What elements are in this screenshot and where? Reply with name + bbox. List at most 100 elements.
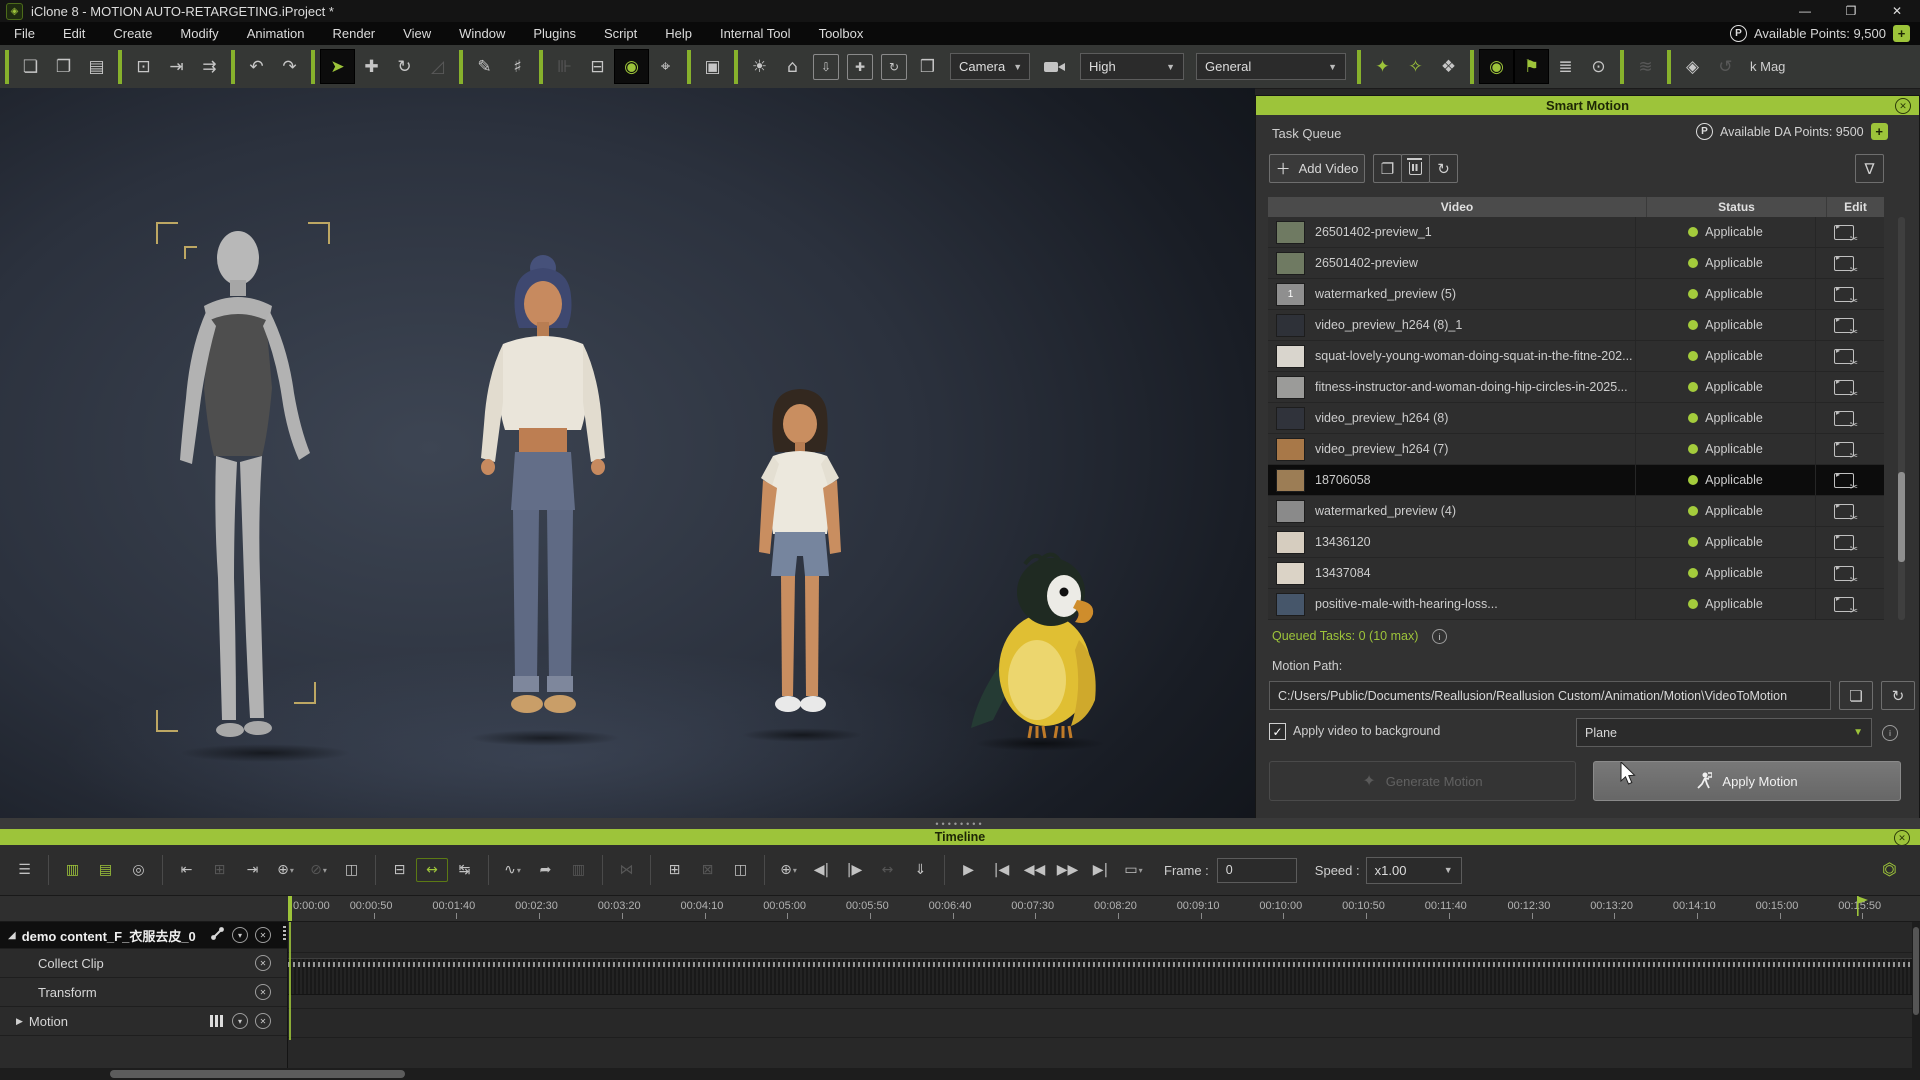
- task-row[interactable]: video_preview_h264 (8)_1Applicable: [1268, 310, 1884, 341]
- timeline-close-icon[interactable]: ✕: [1894, 830, 1910, 846]
- edit-video-icon[interactable]: [1834, 566, 1854, 581]
- task-row[interactable]: 18706058Applicable: [1268, 465, 1884, 496]
- task-row[interactable]: fitness-instructor-and-woman-doing-hip-c…: [1268, 372, 1884, 403]
- background-info-icon[interactable]: i: [1882, 725, 1898, 741]
- expand-arrow-icon[interactable]: ▶: [16, 1016, 23, 1027]
- column-status[interactable]: Status: [1647, 197, 1827, 217]
- circle-chevron-icon[interactable]: ▾: [232, 927, 248, 943]
- render-mode-select[interactable]: General▼: [1196, 53, 1346, 80]
- task-row[interactable]: 26501402-preview_1Applicable: [1268, 217, 1884, 248]
- circle-close-icon[interactable]: ✕: [255, 1013, 271, 1029]
- center-object-icon[interactable]: ✚: [847, 54, 873, 80]
- edit-video-icon[interactable]: [1834, 535, 1854, 550]
- task-row[interactable]: squat-lovely-young-woman-doing-squat-in-…: [1268, 341, 1884, 372]
- circle-close-icon[interactable]: ✕: [255, 927, 271, 943]
- motion-retarget-icon[interactable]: ✦: [1366, 50, 1399, 83]
- snap-grid-tool-icon[interactable]: ♯: [501, 50, 534, 83]
- clip-bars-icon[interactable]: [210, 1015, 213, 1027]
- character-gray-mannequin[interactable]: [170, 228, 355, 760]
- circle-close-icon[interactable]: ✕: [255, 984, 271, 1000]
- gizmo-target-icon[interactable]: ⊙: [1582, 50, 1615, 83]
- column-video[interactable]: Video: [1268, 197, 1647, 217]
- edit-cell[interactable]: [1815, 217, 1872, 247]
- edit-cell[interactable]: [1815, 310, 1872, 340]
- apply-video-checkbox[interactable]: ✓: [1269, 723, 1286, 740]
- align-tool-icon[interactable]: ⊪: [548, 50, 581, 83]
- fast-backward-icon[interactable]: ◀◀: [1018, 855, 1051, 885]
- loop-toggle-icon[interactable]: ↔: [416, 858, 448, 882]
- column-edit[interactable]: Edit: [1827, 197, 1884, 217]
- timeline-camera-icon[interactable]: ⏣: [1873, 855, 1906, 885]
- edit-video-icon[interactable]: [1834, 442, 1854, 457]
- prop-group-icon[interactable]: ❒: [911, 50, 944, 83]
- character-girl[interactable]: [735, 384, 865, 740]
- refresh-tasks-button[interactable]: ↻: [1429, 154, 1458, 183]
- timeline-vscrollbar[interactable]: [1912, 922, 1920, 1080]
- bone-icon[interactable]: [210, 926, 225, 944]
- add-column-icon[interactable]: ⊞: [658, 855, 691, 885]
- edit-video-icon[interactable]: [1834, 349, 1854, 364]
- add-object-track-icon[interactable]: ▥: [56, 855, 89, 885]
- delete-task-button[interactable]: [1401, 154, 1430, 183]
- task-row[interactable]: video_preview_h264 (8)Applicable: [1268, 403, 1884, 434]
- track-row[interactable]: Transform✕: [0, 978, 287, 1007]
- menu-plugins[interactable]: Plugins: [519, 22, 590, 45]
- menu-view[interactable]: View: [389, 22, 445, 45]
- move-to-floor-icon[interactable]: ⇩: [813, 54, 839, 80]
- mirror-clip-icon[interactable]: ⊘▾: [302, 855, 335, 885]
- range-select-icon[interactable]: ↔: [871, 855, 904, 885]
- motion-mixer-icon[interactable]: ▥: [562, 855, 595, 885]
- break-clip-icon[interactable]: ◫: [335, 855, 368, 885]
- menu-help[interactable]: Help: [651, 22, 706, 45]
- task-row[interactable]: 13437084Applicable: [1268, 558, 1884, 589]
- menu-internal-tool[interactable]: Internal Tool: [706, 22, 805, 45]
- edit-cell[interactable]: [1815, 279, 1872, 309]
- restore-button[interactable]: ❐: [1828, 0, 1874, 22]
- background-select[interactable]: Plane ▼: [1576, 718, 1872, 747]
- scale-tool-icon[interactable]: ◿: [421, 50, 454, 83]
- curve-editor-icon[interactable]: ∿▾: [496, 855, 529, 885]
- edit-video-icon[interactable]: [1834, 380, 1854, 395]
- task-row[interactable]: 13436120Applicable: [1268, 527, 1884, 558]
- save-project-icon[interactable]: ▤: [80, 50, 113, 83]
- task-row[interactable]: watermarked_preview (4)Applicable: [1268, 496, 1884, 527]
- edit-video-icon[interactable]: [1834, 318, 1854, 333]
- shift-clip-left-icon[interactable]: ⇤: [170, 855, 203, 885]
- edit-video-icon[interactable]: [1834, 287, 1854, 302]
- track-lanes[interactable]: [288, 922, 1920, 1080]
- quality-select[interactable]: High▼: [1080, 53, 1184, 80]
- open-project-icon[interactable]: ❐: [47, 50, 80, 83]
- menu-animation[interactable]: Animation: [233, 22, 319, 45]
- edit-cell[interactable]: [1815, 341, 1872, 371]
- export-range-icon[interactable]: ⇓: [904, 855, 937, 885]
- redo-icon[interactable]: ↷: [273, 50, 306, 83]
- camcorder-icon[interactable]: [1044, 60, 1066, 74]
- duplicate-task-button[interactable]: ❐: [1373, 154, 1402, 183]
- minimize-button[interactable]: —: [1782, 0, 1828, 22]
- edit-video-icon[interactable]: [1834, 473, 1854, 488]
- fit-range-icon[interactable]: ↹: [448, 855, 481, 885]
- new-project-icon[interactable]: ❏: [14, 50, 47, 83]
- clip-manager-icon[interactable]: ⊟: [581, 50, 614, 83]
- mocap-animator-icon[interactable]: ◉: [1479, 49, 1514, 84]
- edit-cell[interactable]: [1815, 248, 1872, 278]
- edit-cell[interactable]: [1815, 496, 1872, 526]
- close-button[interactable]: ✕: [1874, 0, 1920, 22]
- circle-chevron-icon[interactable]: ▾: [232, 1013, 248, 1029]
- last-frame-icon[interactable]: ▶|: [1084, 855, 1117, 885]
- task-row[interactable]: 26501402-previewApplicable: [1268, 248, 1884, 279]
- playhead-handle[interactable]: [288, 896, 292, 921]
- edit-cell[interactable]: [1815, 589, 1872, 619]
- timeline-header[interactable]: Timeline ✕: [0, 829, 1920, 845]
- dual-pane-icon[interactable]: ⊟: [383, 855, 416, 885]
- add-key-icon[interactable]: ⊕▾: [269, 855, 302, 885]
- insert-frame-icon[interactable]: ⊞: [203, 855, 236, 885]
- motion-director-icon[interactable]: ⚑: [1514, 49, 1549, 84]
- add-motion-track-icon[interactable]: ▤: [89, 855, 122, 885]
- menu-window[interactable]: Window: [445, 22, 519, 45]
- prev-key-icon[interactable]: ◀|: [805, 855, 838, 885]
- track-row[interactable]: ◢demo content_F_衣服去皮_0▾✕: [0, 922, 287, 949]
- content-store-icon[interactable]: ⊡: [127, 50, 160, 83]
- task-table-scrollbar[interactable]: [1898, 217, 1905, 620]
- attach-tool-icon[interactable]: ✎: [468, 50, 501, 83]
